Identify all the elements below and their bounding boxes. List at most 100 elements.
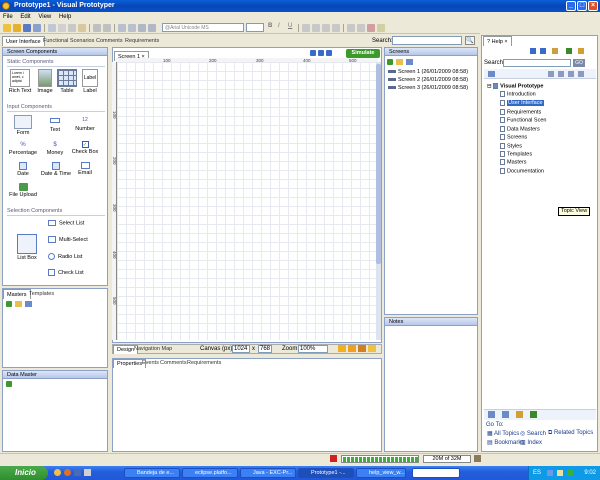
align-left-icon[interactable] xyxy=(302,24,310,32)
bookmarks-tab-icon[interactable] xyxy=(516,411,523,418)
network-icon[interactable] xyxy=(547,470,553,476)
undo-icon[interactable] xyxy=(93,24,101,32)
email-component[interactable]: Email xyxy=(72,162,98,176)
percentage-component[interactable]: % Percentage xyxy=(8,141,38,156)
help-link-icon[interactable] xyxy=(548,71,554,77)
underline-button[interactable]: U xyxy=(288,23,292,29)
taskbar-item[interactable]: help_view_w... xyxy=(356,468,406,478)
save-icon[interactable] xyxy=(23,24,31,32)
label-component[interactable]: Label Label xyxy=(80,69,100,94)
date-time-component[interactable]: Date & Time xyxy=(40,162,72,177)
maximize-button[interactable]: □ xyxy=(577,1,587,11)
contents-icon[interactable] xyxy=(488,411,495,418)
link-related-topics[interactable]: ⧉ Related Topics xyxy=(548,430,593,437)
screen-item[interactable]: Screen 2 (26/01/2009 08:58) xyxy=(388,77,468,83)
help-tree-item[interactable]: Introduction xyxy=(500,91,536,97)
close-button[interactable]: × xyxy=(588,1,598,11)
help-search-input[interactable] xyxy=(503,59,571,67)
bullets-icon[interactable] xyxy=(347,24,355,32)
number-component[interactable]: 12 Number xyxy=(72,117,98,132)
italic-button[interactable]: I xyxy=(278,23,280,29)
help-tree-item[interactable]: Documentation xyxy=(500,168,544,174)
folder-icon[interactable] xyxy=(15,301,22,307)
align-icon[interactable] xyxy=(138,24,146,32)
help-tree-item[interactable]: Functional Scen xyxy=(500,117,546,123)
firefox-icon[interactable] xyxy=(64,469,71,476)
save-all-icon[interactable] xyxy=(33,24,41,32)
help-tree-item[interactable]: Masters xyxy=(500,159,527,165)
help-tree-item[interactable]: Data Masters xyxy=(500,126,540,132)
security-icon[interactable] xyxy=(567,470,573,476)
quick-launch-icon[interactable] xyxy=(54,469,61,476)
search-input[interactable] xyxy=(392,36,462,45)
help-bookmark-icon[interactable] xyxy=(578,48,584,54)
help-forward-icon[interactable] xyxy=(540,48,546,54)
link-index[interactable]: ▥ Index xyxy=(520,439,542,446)
search-button[interactable]: 🔍 xyxy=(465,36,475,45)
link-all-topics[interactable]: ▦ All Topics xyxy=(487,430,519,437)
new-icon[interactable] xyxy=(3,24,11,32)
align-right-icon[interactable] xyxy=(322,24,330,32)
tab-functional-scenarios[interactable]: Functional Scenarios xyxy=(40,36,97,46)
simulate-button[interactable]: Simulate xyxy=(346,49,380,58)
bold-button[interactable]: B xyxy=(268,23,272,29)
garbage-collect-icon[interactable] xyxy=(474,455,481,462)
align-center-icon[interactable] xyxy=(312,24,320,32)
date-component[interactable]: Date xyxy=(8,162,38,177)
add-icon[interactable] xyxy=(6,301,12,307)
canvas-width-input[interactable]: 1024 xyxy=(232,345,250,353)
link-search[interactable]: ◎ Search xyxy=(520,430,546,437)
select-list-component[interactable]: Select List xyxy=(48,220,88,226)
list-box-component[interactable]: List Box xyxy=(14,234,40,261)
zoom-out-icon[interactable] xyxy=(128,24,136,32)
rich-text-component[interactable]: Lorem i amet, c adipisi Rich Text xyxy=(8,69,32,94)
tab-navigation-map[interactable]: Navigation Map xyxy=(131,345,175,354)
justify-icon[interactable] xyxy=(332,24,340,32)
menu-help[interactable]: Help xyxy=(59,14,71,20)
screen-item[interactable]: Screen 3 (26/01/2009 08:58) xyxy=(388,85,468,91)
help-tree-item[interactable]: Requirements xyxy=(500,109,541,115)
link-bookmarks[interactable]: ▤ Bookmarks xyxy=(487,439,524,446)
lock-icon[interactable] xyxy=(338,345,346,352)
clock[interactable]: 9:02 xyxy=(584,470,596,476)
check-box-component[interactable]: ✓ Check Box xyxy=(70,141,100,155)
help-tree-item[interactable]: Templates xyxy=(500,151,532,157)
start-button[interactable]: Inicio xyxy=(0,466,48,480)
taskbar-item-active[interactable]: Prototype1 -... xyxy=(298,468,354,478)
screen-import-icon[interactable] xyxy=(406,59,413,65)
form-component[interactable]: Form xyxy=(10,115,36,136)
tab-user-interface[interactable]: User Interface xyxy=(2,36,45,46)
vertical-scrollbar[interactable] xyxy=(376,62,381,340)
show-desktop-icon[interactable] xyxy=(84,469,91,476)
help-highlight-icon[interactable] xyxy=(568,71,574,77)
help-tree-item-selected[interactable]: User Interface xyxy=(500,100,544,107)
link-icon[interactable] xyxy=(358,345,366,352)
eclipse-quick-icon[interactable] xyxy=(74,469,81,476)
font-color-icon[interactable] xyxy=(367,24,375,32)
cut-icon[interactable] xyxy=(58,24,66,32)
open-icon[interactable] xyxy=(13,24,21,32)
copy-icon[interactable] xyxy=(68,24,76,32)
help-back-icon[interactable] xyxy=(530,48,536,54)
radio-list-component[interactable]: Radio List xyxy=(48,253,90,260)
grid-icon[interactable] xyxy=(148,24,156,32)
menu-file[interactable]: File xyxy=(3,14,13,20)
title-bar[interactable]: Prototype1 - Visual Prototyper _ □ × xyxy=(0,0,600,12)
highlight-icon[interactable] xyxy=(377,24,385,32)
import-icon[interactable] xyxy=(25,301,32,307)
text-component[interactable]: Text xyxy=(42,118,68,133)
taskbar-item[interactable]: eclipse.platfo... xyxy=(182,468,238,478)
numbering-icon[interactable] xyxy=(357,24,365,32)
tab-help[interactable]: ? Help × xyxy=(483,36,512,46)
help-print-icon[interactable] xyxy=(558,71,564,77)
nav-last-icon[interactable] xyxy=(326,50,332,56)
language-indicator[interactable]: ES xyxy=(533,466,541,480)
desktop-search-input[interactable] xyxy=(412,468,460,478)
taskbar-item[interactable]: Java - EXC-Pr... xyxy=(240,468,296,478)
tab-comments[interactable]: Comments xyxy=(93,36,126,46)
help-show-all-icon[interactable] xyxy=(578,71,584,77)
help-collapse-icon[interactable] xyxy=(488,71,495,77)
add-data-master-icon[interactable] xyxy=(6,381,12,387)
font-select[interactable]: @Arial Unicode MS xyxy=(162,23,244,32)
menu-view[interactable]: View xyxy=(38,14,51,20)
